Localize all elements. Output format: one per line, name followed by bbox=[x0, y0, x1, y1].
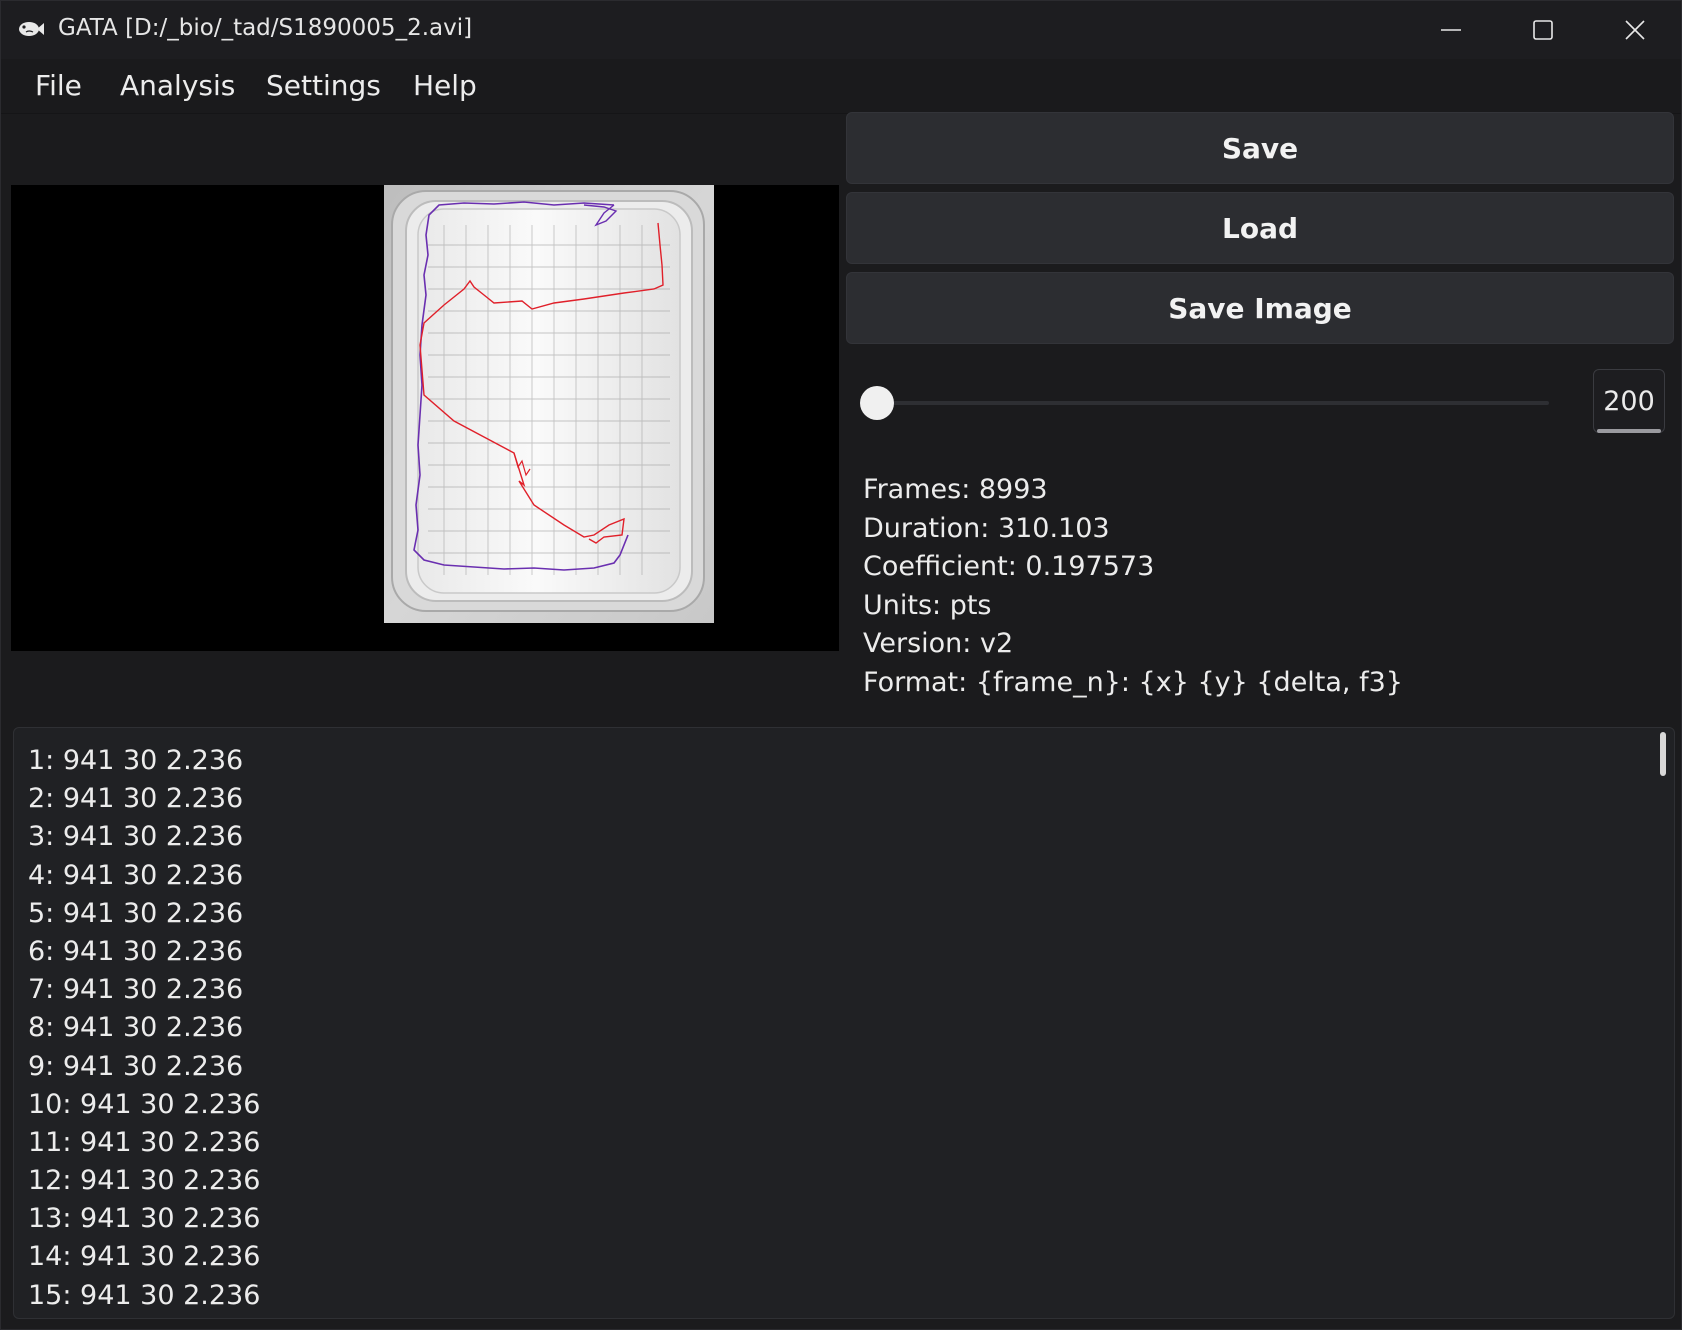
frame-slider-track[interactable] bbox=[877, 401, 1549, 405]
log-line: 3: 941 30 2.236 bbox=[28, 821, 244, 853]
minimize-icon bbox=[1441, 29, 1461, 31]
maximize-icon bbox=[1533, 20, 1553, 40]
log-line: 7: 941 30 2.236 bbox=[28, 974, 244, 1006]
log-line: 1: 941 30 2.236 bbox=[28, 745, 244, 776]
log-line: 13: 941 30 2.236 bbox=[28, 1203, 261, 1235]
menu-bar: File Analysis Settings Help bbox=[1, 59, 1681, 114]
tracking-frame-image bbox=[384, 185, 714, 623]
log-line: 15: 941 30 2.236 bbox=[28, 1279, 261, 1311]
log-line: 11: 941 30 2.236 bbox=[28, 1126, 261, 1158]
load-button[interactable]: Load bbox=[846, 192, 1674, 264]
log-lines: 1: 941 30 2.236 2: 941 30 2.236 3: 941 3… bbox=[28, 742, 260, 1315]
main-content: Save Load Save Image 200 Frames: 8993 Du… bbox=[3, 112, 1681, 1329]
save-image-button[interactable]: Save Image bbox=[846, 272, 1674, 344]
save-button[interactable]: Save bbox=[846, 112, 1674, 184]
log-line: 2: 941 30 2.236 bbox=[28, 783, 244, 815]
info-units: Units: pts bbox=[863, 589, 992, 621]
app-window: GATA [D:/_bio/_tad/S1890005_2.avi] File … bbox=[0, 0, 1682, 1330]
menu-analysis[interactable]: Analysis bbox=[120, 69, 235, 102]
tracking-output-textarea[interactable]: 1: 941 30 2.236 2: 941 30 2.236 3: 941 3… bbox=[13, 727, 1675, 1319]
info-format: Format: {frame_n}: {x} {y} {delta, f3} bbox=[863, 666, 1403, 698]
log-line: 6: 941 30 2.236 bbox=[28, 935, 244, 967]
info-duration: Duration: 310.103 bbox=[863, 512, 1110, 544]
video-info-panel: Frames: 8993 Duration: 310.103 Coefficie… bbox=[863, 471, 1403, 702]
maximize-button[interactable] bbox=[1497, 1, 1589, 59]
minimize-button[interactable] bbox=[1405, 1, 1497, 59]
title-bar[interactable]: GATA [D:/_bio/_tad/S1890005_2.avi] bbox=[1, 1, 1681, 59]
log-scrollbar[interactable] bbox=[1660, 732, 1666, 776]
menu-file[interactable]: File bbox=[35, 69, 82, 102]
fish-icon bbox=[17, 18, 45, 40]
log-line: 9: 941 30 2.236 bbox=[28, 1050, 244, 1082]
log-line: 10: 941 30 2.236 bbox=[28, 1088, 261, 1120]
log-line: 4: 941 30 2.236 bbox=[28, 859, 244, 891]
info-coefficient: Coefficient: 0.197573 bbox=[863, 551, 1155, 582]
info-frames: Frames: 8993 bbox=[863, 474, 1048, 505]
input-focus-underline bbox=[1597, 429, 1661, 433]
log-line: 14: 941 30 2.236 bbox=[28, 1241, 261, 1273]
window-title: GATA [D:/_bio/_tad/S1890005_2.avi] bbox=[58, 15, 473, 41]
close-button[interactable] bbox=[1589, 1, 1681, 59]
frame-slider-thumb[interactable] bbox=[860, 386, 894, 420]
log-line: 8: 941 30 2.236 bbox=[28, 1012, 244, 1044]
close-icon bbox=[1625, 20, 1645, 40]
info-version: Version: v2 bbox=[863, 628, 1014, 659]
menu-help[interactable]: Help bbox=[413, 69, 477, 102]
log-line: 12: 941 30 2.236 bbox=[28, 1165, 261, 1197]
log-line: 5: 941 30 2.236 bbox=[28, 897, 244, 929]
video-preview bbox=[11, 185, 839, 651]
slider-value-input[interactable]: 200 bbox=[1593, 369, 1665, 433]
menu-settings[interactable]: Settings bbox=[266, 69, 381, 102]
